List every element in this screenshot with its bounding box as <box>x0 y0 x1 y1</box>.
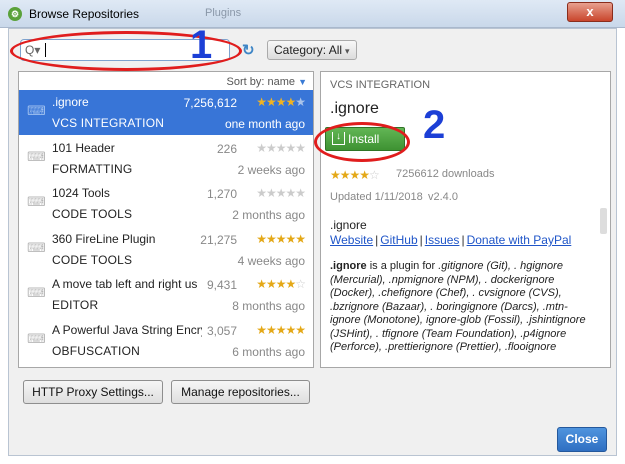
plugin-details: VCS INTEGRATION .ignore ↓ Install ★★★★☆ … <box>320 71 611 368</box>
plugin-rating-stars: ★★★★☆ <box>256 277 306 291</box>
stars-filled: ★★★★ <box>330 168 370 182</box>
category-dropdown[interactable]: Category: All ▾ <box>267 40 357 60</box>
link-separator: | <box>375 233 379 247</box>
plugin-list-item[interactable]: ⌨ .ignore 7,256,612 ★★★★★ VCS INTEGRATION one… <box>19 90 313 135</box>
stars-filled: ★★★★ <box>256 95 296 109</box>
plug-icon: ⌨ <box>27 148 46 164</box>
detail-description: .ignore is a plugin for .gitignore (Git)… <box>330 260 596 355</box>
plugin-updated: 2 weeks ago <box>237 162 305 177</box>
plugin-rating-stars: ★★★★★ <box>256 186 306 200</box>
plugin-name: .ignore <box>52 95 89 109</box>
desc-file-list: .gitignore (Git), . hgignore (Mercurial)… <box>330 260 586 353</box>
annotation-number-1: 1 <box>190 23 213 67</box>
plugin-name: 101 Header <box>52 140 115 155</box>
plug-icon: ⌨ <box>27 194 46 209</box>
plugin-updated: 2 months ago <box>232 208 305 222</box>
plugin-downloads: 9,431 <box>206 278 237 292</box>
detail-version: v2.4.0 <box>428 191 458 203</box>
plugin-list-item[interactable]: ⌨ 1024 Tools 1,270 ★★★★★ CODE TOOLS 2 months … <box>19 181 313 226</box>
plugin-downloads: 226 <box>216 141 237 156</box>
refresh-icon[interactable]: ↻ <box>242 41 255 59</box>
annotation-number-2: 2 <box>423 103 446 147</box>
sort-label: Sort by: name <box>226 76 296 88</box>
stars-empty: ★ <box>295 95 306 109</box>
plugin-name: A Powerful Java String Encry <box>52 322 202 337</box>
stars-filled: ★★★★★ <box>256 322 306 337</box>
stars-empty: ☆ <box>369 168 380 182</box>
plugin-name: 360 FireLine Plugin <box>52 231 156 246</box>
plugin-rating-stars: ★★★★★ <box>256 231 306 246</box>
detail-plugin-name: .ignore <box>330 100 379 117</box>
plugin-category: VCS INTEGRATION <box>52 116 165 130</box>
category-label: Category: All <box>274 43 343 57</box>
app-icon: ⚙ <box>8 7 22 21</box>
plugin-downloads: 21,275 <box>200 232 237 247</box>
close-button[interactable]: Close <box>557 427 607 452</box>
plugin-category: EDITOR <box>52 298 99 312</box>
detail-scrollbar[interactable] <box>600 208 607 234</box>
plugin-updated: 6 months ago <box>232 344 305 359</box>
detail-updated: Updated 1/11/2018 <box>330 191 423 203</box>
sort-arrow-icon: ▼ <box>298 77 307 87</box>
plug-icon: ⌨ <box>27 103 46 118</box>
window-close-button[interactable]: x <box>567 2 613 22</box>
plugin-name: 1024 Tools <box>52 186 110 200</box>
link-separator: | <box>461 233 465 247</box>
plugin-downloads: 1,270 <box>206 187 237 201</box>
plug-icon: ⌨ <box>27 285 46 300</box>
manage-repositories-button[interactable]: Manage repositories... <box>171 380 310 404</box>
plugin-category: FORMATTING <box>52 161 133 176</box>
window-title: Browse Repositories <box>29 7 140 21</box>
plugin-updated: 4 weeks ago <box>237 253 305 268</box>
annotation-ring-install <box>314 122 410 162</box>
plugin-updated: one month ago <box>224 117 305 131</box>
github-link[interactable]: GitHub <box>380 233 417 247</box>
stars-empty: ★★★★★ <box>256 140 306 155</box>
detail-links: Website | GitHub | Issues | Donate with PayPal <box>330 233 571 247</box>
stars-filled: ★★★★ <box>256 277 296 291</box>
desc-text: is a plugin for <box>366 260 439 272</box>
stars-empty: ☆ <box>295 277 306 291</box>
plugin-category: CODE TOOLS <box>52 252 133 267</box>
stars-empty: ★★★★★ <box>256 186 306 200</box>
plugin-list-item[interactable]: ⌨ A move tab left and right us 9,431 ★★★★☆ E… <box>19 272 313 317</box>
plugin-downloads: 7,256,612 <box>183 96 237 110</box>
link-separator: | <box>419 233 423 247</box>
plugin-rating-stars: ★★★★★ <box>256 322 306 337</box>
detail-downloads: 7256612 downloads <box>396 168 495 180</box>
http-proxy-settings-button[interactable]: HTTP Proxy Settings... <box>23 380 163 404</box>
stars-filled: ★★★★★ <box>256 231 306 246</box>
issues-link[interactable]: Issues <box>425 233 460 247</box>
website-link[interactable]: Website <box>330 233 373 247</box>
donate-link[interactable]: Donate with PayPal <box>467 233 572 247</box>
desc-plugin-name: .ignore <box>330 260 367 272</box>
plugin-category: CODE TOOLS <box>52 207 133 221</box>
chevron-down-icon: ▾ <box>345 46 350 56</box>
plugin-list-item[interactable]: ⌨ 360 FireLine Plugin 21,275 ★★★★★ CODE TOOL… <box>19 227 313 272</box>
detail-category: VCS INTEGRATION <box>330 79 431 91</box>
plugin-rating-stars: ★★★★★ <box>256 95 306 109</box>
detail-plugin-label: .ignore <box>330 218 367 232</box>
background-window-title: Plugins <box>205 7 242 19</box>
plugin-updated: 8 months ago <box>232 299 305 313</box>
plugin-list-item[interactable]: ⌨ A Powerful Java String Encry 3,057 ★★★★★ O… <box>19 318 313 363</box>
plugin-name: A move tab left and right us <box>52 277 198 291</box>
plugin-rating-stars: ★★★★★ <box>256 140 306 155</box>
detail-rating-stars: ★★★★☆ <box>330 168 380 182</box>
plugin-list-item[interactable]: ⌨ 101 Header 226 ★★★★★ FORMATTING 2 weeks ago <box>19 136 313 181</box>
plugin-category: OBFUSCATION <box>52 343 140 358</box>
plugin-list[interactable]: Sort by: name ▼ ⌨ .ignore 7,256,612 ★★★★★ VC… <box>18 71 314 368</box>
plugin-downloads: 3,057 <box>206 323 237 338</box>
title-bar: ⚙ Browse Repositories Plugins x <box>0 0 625 28</box>
sort-control[interactable]: Sort by: name ▼ <box>227 76 307 88</box>
plug-icon: ⌨ <box>27 330 46 346</box>
plug-icon: ⌨ <box>27 239 46 255</box>
